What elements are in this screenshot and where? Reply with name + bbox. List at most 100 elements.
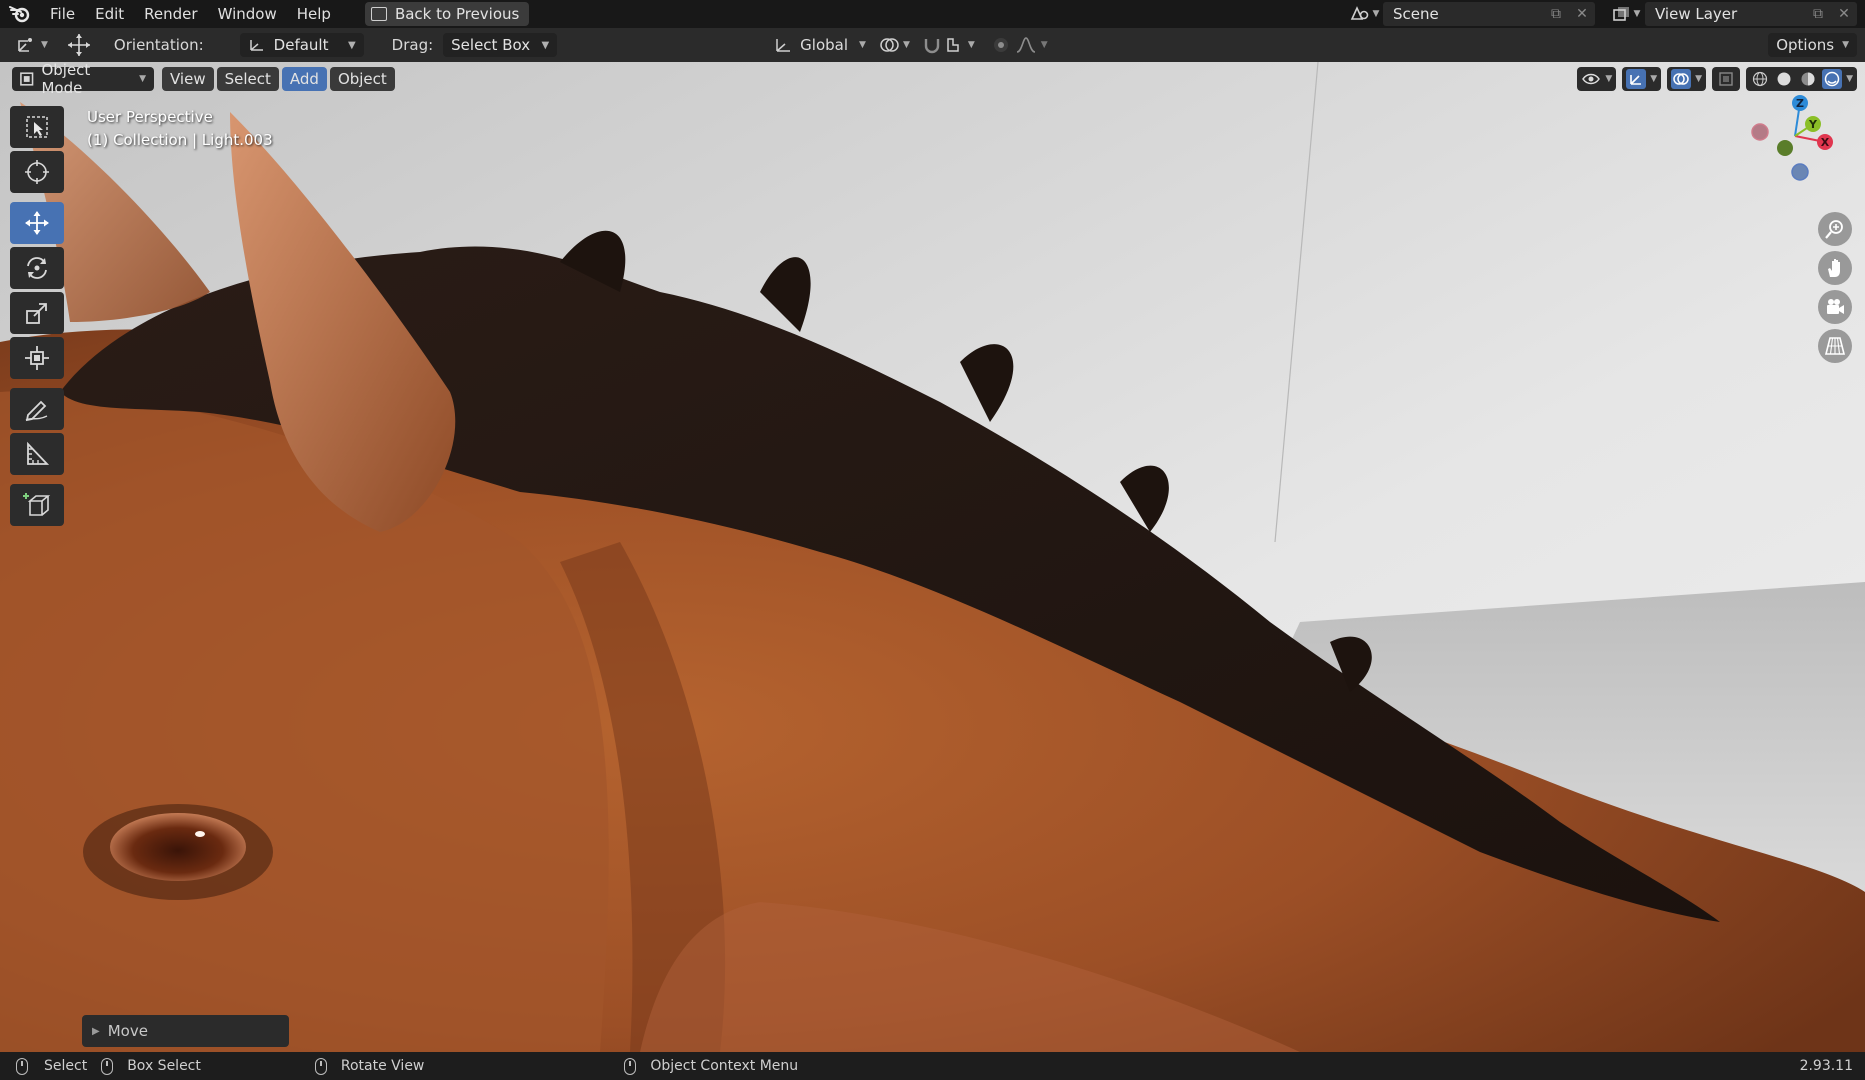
gizmo-neg-x-axis[interactable]: [1751, 123, 1769, 141]
close-icon[interactable]: ✕: [1831, 2, 1857, 26]
ruler-icon: [27, 441, 50, 465]
rendered-shading-icon[interactable]: [1822, 69, 1843, 89]
proportional-editing-toggle[interactable]: ▼: [985, 32, 1054, 58]
active-object-label: (1) Collection | Light.003: [87, 131, 273, 149]
rotate-tool[interactable]: [10, 247, 64, 289]
editor-type-dropdown[interactable]: ▼: [8, 32, 54, 58]
object-mode-icon: [20, 72, 34, 86]
global-axes-icon: [776, 39, 791, 52]
status-box-select-hint: Box Select: [101, 1057, 201, 1075]
gizmo-neg-z-axis[interactable]: [1791, 163, 1809, 181]
viewport-display-controls: ▼ ▼ ▼ ▼: [1577, 67, 1857, 91]
new-scene-icon[interactable]: ⧉: [1543, 2, 1569, 26]
gizmo-icon[interactable]: [1626, 69, 1647, 89]
select-box-icon: [26, 116, 48, 138]
eye-icon: [1581, 69, 1601, 89]
transform-icon: [25, 346, 49, 370]
menu-file[interactable]: File: [40, 0, 85, 28]
chevron-down-icon: ▼: [1372, 9, 1380, 19]
gizmo-z-label: Z: [1796, 97, 1804, 110]
scene-icon: [1350, 6, 1368, 20]
chevron-down-icon: ▼: [139, 74, 146, 84]
blender-logo-icon[interactable]: [0, 0, 40, 28]
shading-mode-group[interactable]: ▼: [1746, 67, 1857, 91]
scene-name-field[interactable]: Scene: [1383, 2, 1543, 26]
view-layer-type-dropdown[interactable]: ▼: [1607, 2, 1645, 26]
gizmo-toggle-group[interactable]: ▼: [1622, 67, 1662, 91]
add-cube-tool[interactable]: [10, 484, 64, 526]
top-menu-bar: File Edit Render Window Help Back to Pre…: [0, 0, 1865, 28]
mouse-middle-icon: [314, 1057, 327, 1075]
selectability-visibility-dropdown[interactable]: ▼: [1577, 67, 1617, 91]
status-rotate-view-label: Rotate View: [340, 1058, 425, 1074]
transform-tool[interactable]: [10, 337, 64, 379]
perspective-toggle-icon[interactable]: [1818, 329, 1852, 363]
move-tool[interactable]: [10, 202, 64, 244]
solid-shading-icon[interactable]: [1774, 69, 1794, 89]
snapping-toggle[interactable]: ▼: [916, 32, 981, 58]
gizmo-y-label: Y: [1808, 118, 1818, 131]
menu-window[interactable]: Window: [208, 0, 287, 28]
close-icon[interactable]: ✕: [1569, 2, 1595, 26]
overlays-toggle-group[interactable]: ▼: [1667, 67, 1707, 91]
new-view-layer-icon[interactable]: ⧉: [1805, 2, 1831, 26]
view-layer-name-field[interactable]: View Layer: [1645, 2, 1805, 26]
viewport-menu-object[interactable]: Object: [329, 67, 395, 91]
select-box-tool[interactable]: [10, 106, 64, 148]
chevron-down-icon: ▼: [902, 40, 910, 50]
navigation-gizmo[interactable]: Z X Y: [1745, 92, 1845, 192]
cursor-tool[interactable]: [10, 151, 64, 193]
3d-viewport-icon: [18, 38, 32, 52]
wireframe-shading-icon[interactable]: [1750, 69, 1770, 89]
status-context-menu-hint: Object Context Menu: [624, 1057, 799, 1075]
measure-tool[interactable]: [10, 433, 64, 475]
back-to-previous-button[interactable]: Back to Previous: [364, 2, 530, 26]
viewport-header: Object Mode ▼ View Select Add Object ▼ ▼: [0, 62, 1865, 97]
orientation-value: Default: [273, 36, 329, 54]
scale-tool[interactable]: [10, 292, 64, 334]
menu-render[interactable]: Render: [134, 0, 207, 28]
gizmo-neg-y-axis[interactable]: [1777, 140, 1793, 156]
pivot-point-dropdown[interactable]: ▼: [872, 32, 916, 58]
chevron-down-icon: ▼: [1650, 74, 1658, 84]
status-context-menu-label: Object Context Menu: [650, 1058, 799, 1074]
pan-hand-icon[interactable]: [1818, 251, 1852, 285]
options-label: Options: [1776, 36, 1835, 54]
pivot-icon: [880, 38, 899, 52]
orientation-dropdown[interactable]: Default ▼: [239, 33, 364, 57]
viewport-menu-view[interactable]: View: [162, 67, 214, 91]
status-bar: Select Box Select Rotate View Object Con…: [0, 1052, 1865, 1080]
annotate-tool[interactable]: [10, 388, 64, 430]
falloff-curve-icon: [1016, 37, 1036, 53]
last-operator-panel[interactable]: ▶ Move: [82, 1015, 289, 1047]
chevron-down-icon: ▼: [347, 39, 356, 51]
chevron-down-icon: ▼: [541, 39, 550, 51]
overlays-icon[interactable]: [1671, 69, 1692, 89]
3d-viewport[interactable]: Object Mode ▼ View Select Add Object ▼ ▼: [0, 62, 1865, 1052]
status-rotate-view-hint: Rotate View: [314, 1057, 425, 1075]
zoom-icon[interactable]: [1818, 212, 1852, 246]
object-mode-label: Object Mode: [41, 62, 91, 97]
object-mode-dropdown[interactable]: Object Mode ▼: [12, 62, 154, 97]
mouse-drag-icon: [101, 1057, 114, 1075]
mouse-left-icon: [16, 1057, 28, 1075]
menu-help[interactable]: Help: [287, 0, 341, 28]
xray-icon[interactable]: [1716, 69, 1736, 89]
xray-toggle[interactable]: [1712, 67, 1741, 91]
camera-view-icon[interactable]: [1818, 290, 1852, 324]
mouse-right-icon: [624, 1057, 637, 1075]
version-label: 2.93.11: [1799, 1058, 1853, 1074]
viewport-menu-add[interactable]: Add: [281, 67, 327, 91]
chevron-down-icon: ▼: [1695, 74, 1703, 84]
transform-space-value: Global: [800, 36, 849, 54]
viewport-menu-select[interactable]: Select: [216, 67, 279, 91]
transform-orientation-dropdown[interactable]: Global ▼: [767, 32, 872, 58]
material-preview-icon[interactable]: [1798, 69, 1818, 89]
drag-dropdown[interactable]: Select Box ▼: [443, 33, 558, 57]
rotate-icon: [27, 257, 47, 279]
options-dropdown[interactable]: Options ▼: [1768, 33, 1857, 57]
scene-type-dropdown[interactable]: ▼: [1345, 2, 1383, 26]
menu-edit[interactable]: Edit: [85, 0, 134, 28]
move-tool-indicator-icon: [60, 32, 98, 58]
chevron-right-icon: ▶: [92, 1025, 100, 1037]
